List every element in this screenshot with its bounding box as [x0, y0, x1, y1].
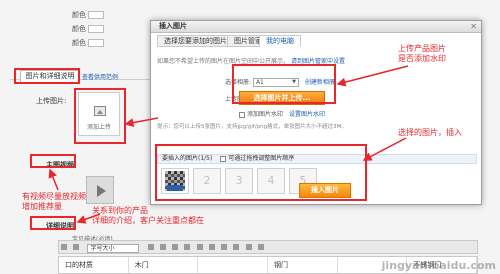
annotation-detail: 关系到你的产品 详细的介绍，客户关注重点都在 [92, 206, 204, 225]
highlight-pics-tab [14, 68, 80, 84]
highlight-selected-images [155, 144, 367, 201]
highlight-upload [74, 88, 126, 144]
highlight-main-video [30, 154, 76, 168]
table-icon[interactable] [257, 244, 264, 250]
field-row: 颜色 [66, 24, 108, 34]
field-input[interactable] [88, 11, 105, 19]
annotation-select: 选择的图片，插入 [398, 128, 462, 137]
product-link[interactable]: 查看供用范例 [82, 72, 118, 81]
watermark: jingyan.baidu.com [381, 259, 496, 272]
font-size-select[interactable]: 字号大小 [87, 244, 140, 253]
undo-icon[interactable] [61, 244, 67, 250]
table-cell: 口的材质 [59, 257, 129, 273]
editor-toolbar: 字号大小 [58, 240, 478, 254]
field-input[interactable] [88, 25, 105, 33]
underline-icon[interactable] [172, 244, 179, 250]
field-input[interactable] [88, 39, 105, 47]
annotation-upload: 上传产品图片 是否添加水印 [398, 44, 446, 63]
tab-select-images[interactable]: 选择您要添加的图片 [157, 35, 234, 47]
highlight-detail [30, 216, 76, 230]
field-row: 颜色 [66, 38, 108, 48]
annotation-video: 有视频尽量放视频 增加推荐量 [22, 192, 86, 211]
align-left-icon[interactable] [184, 244, 191, 250]
image-insert-icon[interactable] [245, 244, 252, 250]
link-icon[interactable] [233, 244, 240, 250]
watermark-settings-link[interactable]: 设置图片水印 [289, 111, 325, 118]
close-icon[interactable]: ✕ [470, 22, 477, 31]
table-cell: 钢门 [268, 257, 338, 273]
highlight-upload-area [232, 64, 336, 104]
italic-icon[interactable] [159, 244, 166, 250]
upload-label: 上传图片: [36, 97, 67, 105]
dialog-title: 插入图片 [151, 21, 481, 33]
bold-icon[interactable] [147, 244, 154, 250]
align-center-icon[interactable] [196, 244, 203, 250]
table-cell: 木门 [129, 257, 199, 273]
list-icon[interactable] [221, 244, 228, 250]
video-play-button[interactable] [86, 176, 114, 204]
tab-my-computer[interactable]: 我的电脑 [259, 35, 301, 47]
table-cell [198, 257, 269, 273]
watermark-checkbox[interactable] [239, 111, 245, 118]
watermark-row: 添加图片水印 设置图片水印 [239, 109, 325, 118]
redo-icon[interactable] [73, 244, 80, 250]
align-right-icon[interactable] [208, 244, 215, 250]
field-row: 颜色 [66, 10, 108, 20]
